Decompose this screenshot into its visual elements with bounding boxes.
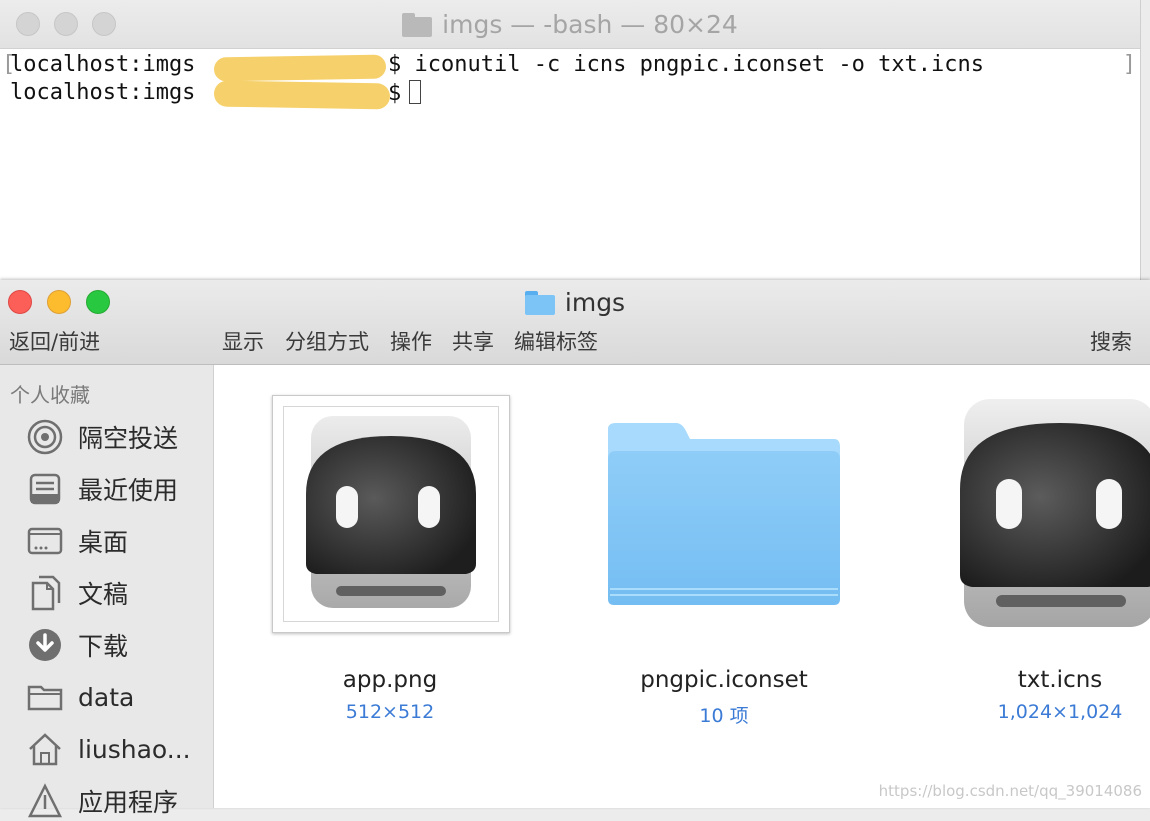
redaction-mark	[213, 54, 387, 82]
sidebar-item-airdrop[interactable]: 隔空投送	[26, 417, 178, 457]
folder-icon	[402, 12, 433, 37]
file-dimensions: 1,024×1,024	[997, 701, 1123, 723]
redaction-mark	[213, 80, 391, 110]
documents-icon	[26, 574, 64, 612]
icns-icon	[960, 399, 1150, 627]
terminal-prompt: localhost:imgs	[10, 80, 196, 105]
group-by-button[interactable]: 分组方式	[285, 326, 369, 356]
sidebar-item-label: liushao...	[78, 734, 191, 764]
terminal-command-line: $	[388, 80, 422, 106]
folder-icon	[524, 290, 555, 315]
terminal-command: $ iconutil -c icns pngpic.iconset -o txt…	[388, 52, 985, 77]
file-item-count: 10 项	[699, 705, 749, 727]
terminal-output[interactable]: [ ] localhost:imgs $ iconutil -c icns pn…	[0, 50, 1140, 280]
home-icon	[26, 730, 64, 768]
view-button[interactable]: 显示	[222, 326, 264, 356]
finder-window: imgs 返回/前进 显示 分组方式 操作 共享 编辑标签 搜索 个人收藏 隔空…	[0, 280, 1150, 818]
watermark: https://blog.csdn.net/qq_39014086	[878, 782, 1142, 800]
finder-sidebar: 个人收藏 隔空投送 最近使用 桌面 文稿 下载 data liushao... …	[0, 365, 214, 818]
terminal-title: imgs — -bash — 80×24	[0, 10, 1140, 39]
file-item-pngpic-iconset[interactable]: pngpic.iconset 10 项	[604, 395, 844, 735]
terminal-prompt: localhost:imgs	[10, 52, 196, 77]
sidebar-item-label: 下载	[78, 632, 129, 661]
robot-icon	[306, 416, 476, 608]
sidebar-item-recents[interactable]: 最近使用	[26, 469, 178, 509]
terminal-command: $	[388, 81, 402, 106]
finder-title: imgs	[0, 288, 1150, 317]
terminal-cursor	[409, 80, 422, 104]
file-dimensions: 512×512	[345, 701, 435, 723]
sidebar-item-label: 桌面	[78, 528, 129, 557]
recents-icon	[26, 470, 64, 508]
sidebar-heading-favorites: 个人收藏	[10, 383, 90, 407]
folder-icon	[608, 423, 840, 605]
share-button[interactable]: 共享	[452, 326, 494, 356]
edit-tags-button[interactable]: 编辑标签	[514, 326, 598, 356]
sidebar-item-desktop[interactable]: 桌面	[26, 521, 128, 561]
terminal-titlebar: imgs — -bash — 80×24	[0, 0, 1140, 49]
downloads-icon	[26, 626, 64, 664]
file-item-txt-icns[interactable]: txt.icns 1,024×1,024	[940, 395, 1150, 735]
sidebar-item-label: data	[78, 682, 135, 712]
sidebar-item-data[interactable]: data	[26, 677, 134, 717]
search-button[interactable]: 搜索	[1090, 326, 1132, 356]
sidebar-item-applications[interactable]: 应用程序	[26, 781, 178, 821]
file-item-app-png[interactable]: app.png 512×512	[270, 395, 510, 735]
folder-icon	[26, 678, 64, 716]
finder-title-text: imgs	[564, 288, 626, 317]
file-name: txt.icns	[1017, 667, 1103, 693]
applications-icon	[26, 782, 64, 820]
sidebar-item-documents[interactable]: 文稿	[26, 573, 128, 613]
sidebar-item-label: 文稿	[78, 580, 129, 609]
back-forward-button[interactable]: 返回/前进	[9, 326, 100, 356]
sidebar-item-label: 应用程序	[78, 788, 179, 817]
terminal-bracket-right: ]	[1122, 52, 1136, 77]
desktop-icon	[26, 522, 64, 560]
terminal-window: imgs — -bash — 80×24 [ ] localhost:imgs …	[0, 0, 1141, 282]
action-button[interactable]: 操作	[390, 326, 432, 356]
airdrop-icon	[26, 418, 64, 456]
finder-content: app.png 512×512 pngpic.iconset 10 项 txt.…	[214, 365, 1150, 808]
app-png-thumbnail	[272, 395, 510, 633]
sidebar-item-home[interactable]: liushao...	[26, 729, 191, 769]
terminal-title-text: imgs — -bash — 80×24	[442, 10, 738, 39]
file-name: app.png	[342, 667, 438, 693]
sidebar-item-downloads[interactable]: 下载	[26, 625, 128, 665]
sidebar-item-label: 最近使用	[78, 476, 179, 505]
sidebar-item-label: 隔空投送	[78, 424, 179, 453]
file-name: pngpic.iconset	[640, 667, 808, 693]
finder-toolbar: imgs 返回/前进 显示 分组方式 操作 共享 编辑标签 搜索	[0, 280, 1150, 365]
